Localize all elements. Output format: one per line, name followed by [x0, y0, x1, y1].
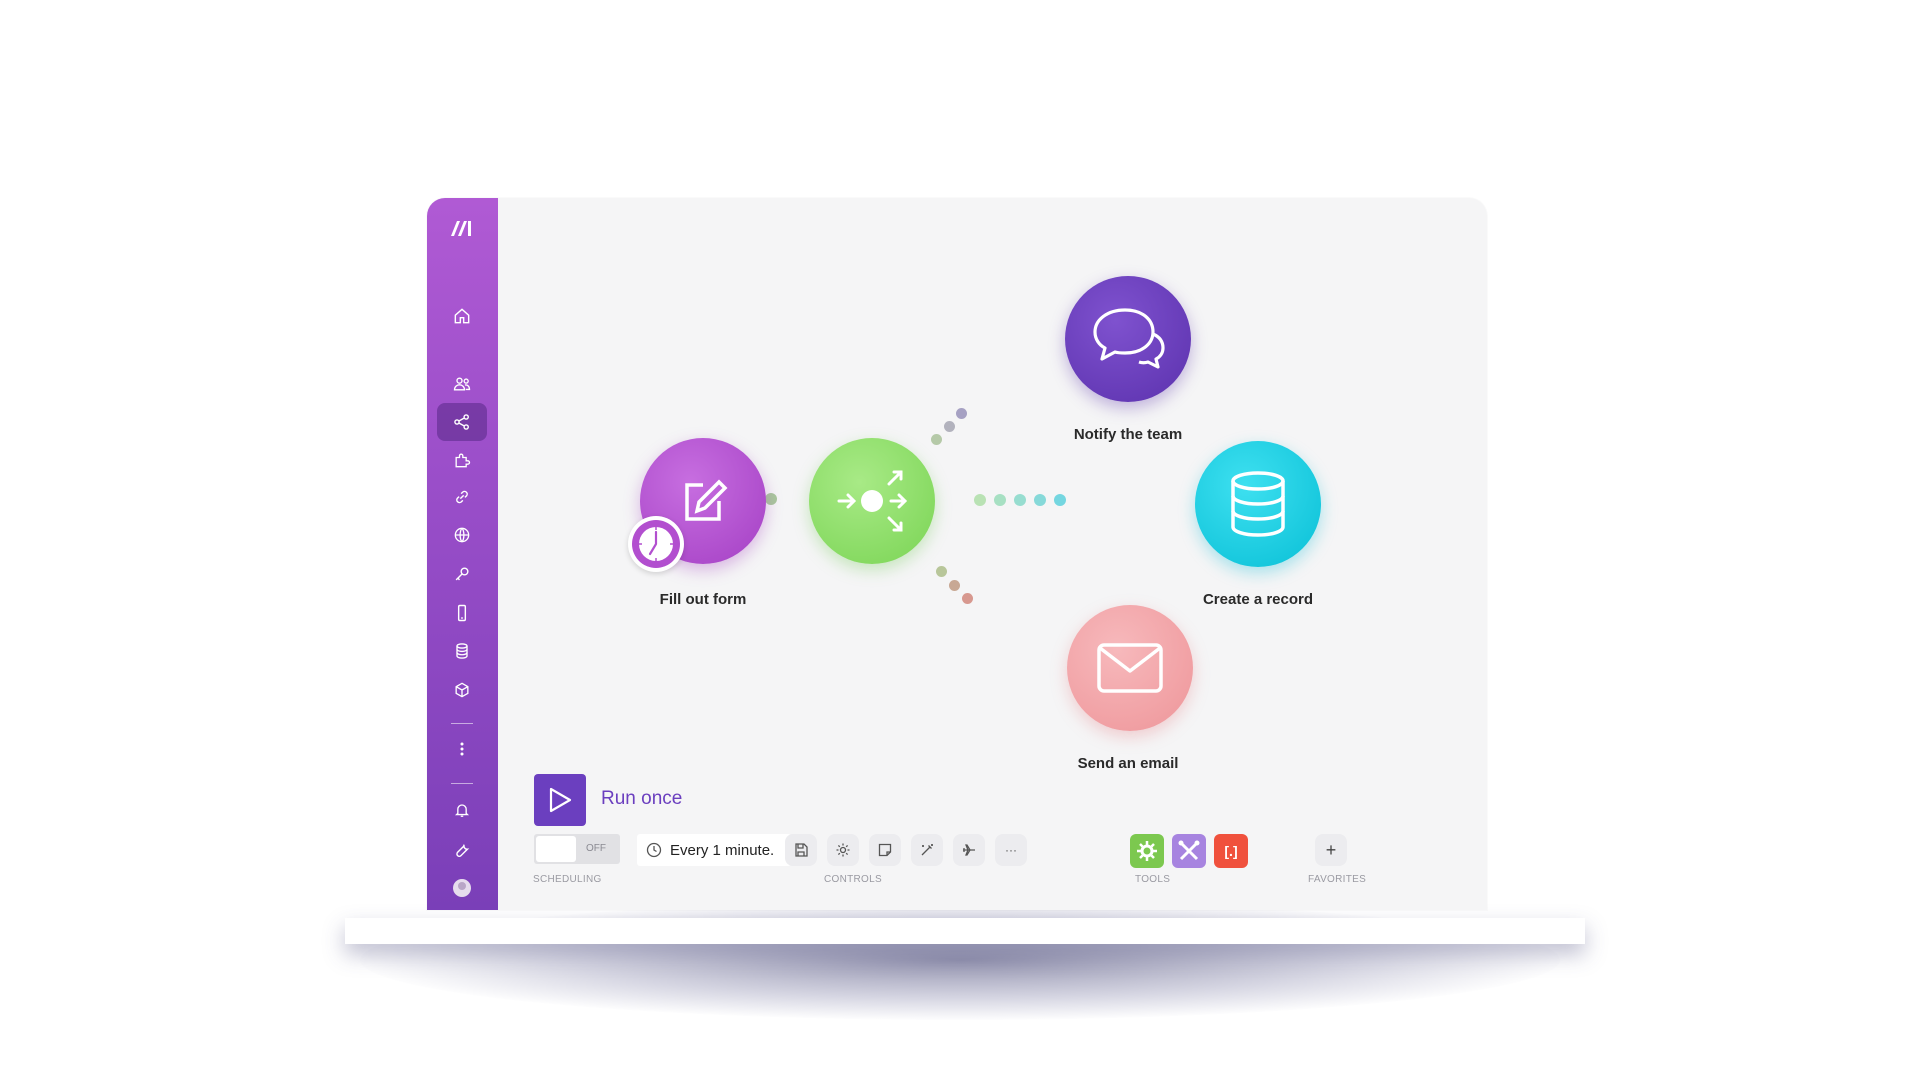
sidebar-divider [451, 783, 473, 784]
clock-icon [646, 842, 662, 858]
envelope-icon [1097, 643, 1163, 693]
connector-dot [974, 494, 986, 506]
chat-bubbles-icon [1093, 308, 1165, 369]
clock-icon [639, 527, 673, 561]
connector-dot [949, 580, 960, 591]
notify-team-node[interactable] [1065, 276, 1191, 402]
connector-dot [994, 494, 1006, 506]
text-parser-icon[interactable]: [.] [1214, 834, 1248, 868]
fill-out-form-label: Fill out form [659, 591, 747, 608]
data-stores-icon[interactable] [437, 632, 487, 670]
wrench-icon [1178, 840, 1200, 861]
scenario-canvas[interactable]: Fill out form Notify the team Create a r… [498, 198, 1487, 910]
note-icon[interactable] [869, 834, 901, 866]
sidebar [427, 198, 498, 910]
avatar[interactable] [437, 869, 487, 907]
flow-control-icon[interactable] [1130, 834, 1164, 868]
devices-icon[interactable] [437, 594, 487, 632]
create-record-node[interactable] [1195, 441, 1321, 567]
webhooks-icon[interactable] [437, 516, 487, 554]
form-edit-icon [685, 479, 728, 521]
schedule-interval-button[interactable]: Every 1 minute. [637, 834, 791, 866]
scheduling-toggle[interactable]: OFF [534, 834, 620, 864]
controls-section-label: CONTROLS [824, 874, 882, 885]
toggle-knob [536, 836, 576, 862]
connector-dot [962, 593, 973, 604]
scenarios-icon[interactable] [437, 403, 487, 441]
scheduling-section-label: SCHEDULING [533, 874, 602, 885]
team-icon[interactable] [437, 365, 487, 403]
connector-dot [1014, 494, 1026, 506]
more-icon[interactable] [437, 730, 487, 768]
templates-icon[interactable] [437, 441, 487, 479]
resource-hub-icon[interactable] [437, 831, 487, 869]
router-node[interactable] [809, 438, 935, 564]
run-once-label[interactable]: Run once [601, 788, 682, 810]
keys-icon[interactable] [437, 555, 487, 593]
airplane-icon[interactable] [953, 834, 985, 866]
notifications-icon[interactable] [437, 791, 487, 829]
connector-dot [1034, 494, 1046, 506]
create-record-label: Create a record [1202, 591, 1314, 608]
notify-team-label: Notify the team [1073, 426, 1183, 443]
connector-dot [931, 434, 942, 445]
app-window: Fill out form Notify the team Create a r… [427, 198, 1487, 910]
connector-dot [936, 566, 947, 577]
play-icon [549, 787, 572, 813]
make-logo[interactable] [449, 218, 477, 238]
data-structures-icon[interactable] [437, 671, 487, 709]
connector-dot [944, 421, 955, 432]
home-icon[interactable] [437, 297, 487, 335]
send-email-label: Send an email [1077, 755, 1179, 772]
connector-dot [1054, 494, 1066, 506]
magic-wand-icon[interactable] [911, 834, 943, 866]
save-icon[interactable] [785, 834, 817, 866]
favorites-section-label: FAVORITES [1308, 874, 1367, 885]
run-once-button[interactable] [534, 774, 586, 826]
avatar-image [453, 879, 471, 897]
database-icon [1231, 471, 1285, 537]
laptop-base [345, 918, 1585, 944]
schedule-interval-label: Every 1 minute. [670, 841, 775, 859]
sidebar-divider [451, 723, 473, 724]
schedule-clock-badge[interactable] [628, 516, 684, 572]
more-icon[interactable]: ··· [995, 834, 1027, 866]
connections-icon[interactable] [437, 478, 487, 516]
send-email-node[interactable] [1067, 605, 1193, 731]
tools-icon[interactable] [1172, 834, 1206, 868]
connector-dot [956, 408, 967, 419]
gear-icon [1137, 841, 1157, 861]
router-icon [837, 470, 908, 532]
gear-icon[interactable] [827, 834, 859, 866]
connector-dot [765, 493, 777, 505]
tools-section-label: TOOLS [1135, 874, 1171, 885]
toggle-state: OFF [586, 843, 606, 854]
add-favorite-button[interactable]: + [1315, 834, 1347, 866]
